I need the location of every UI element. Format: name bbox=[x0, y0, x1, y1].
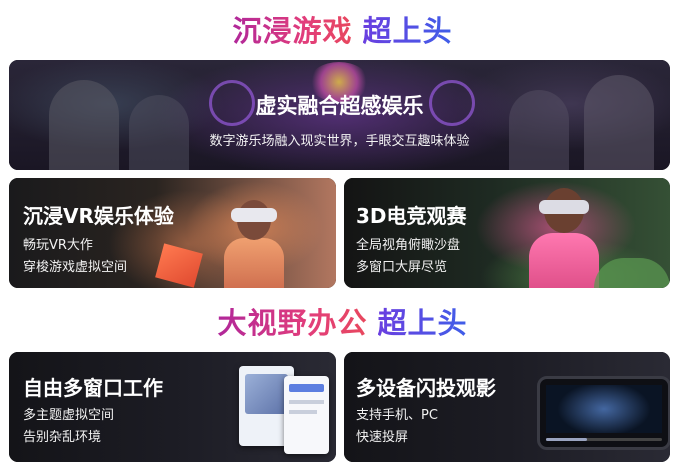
heading2-part2: 超上头 bbox=[377, 306, 468, 340]
vr-line2: 穿梭游戏虚拟空间 bbox=[23, 260, 128, 275]
esports-title: 3D电竞观赛 bbox=[356, 204, 467, 228]
multi-line1: 多主题虚拟空间 bbox=[23, 408, 115, 423]
multi-title: 自由多窗口工作 bbox=[23, 376, 163, 400]
video-frame bbox=[546, 385, 662, 433]
hero-title: 虚实融合超感娱乐 bbox=[255, 94, 424, 118]
heading-part1: 沉浸游戏 bbox=[232, 14, 353, 48]
viewer-headset-icon bbox=[539, 200, 589, 214]
vr-headset-icon bbox=[231, 208, 277, 222]
vr-title: 沉浸VR娱乐体验 bbox=[23, 204, 174, 228]
viewer-body bbox=[529, 233, 599, 288]
cast-line2: 快速投屏 bbox=[356, 430, 409, 445]
window-text-line bbox=[289, 410, 317, 414]
vr-player-body bbox=[224, 238, 284, 288]
section-heading-office: 大视野办公 超上头 bbox=[0, 300, 685, 342]
esports-line2: 多窗口大屏尽览 bbox=[356, 260, 448, 275]
esports-card: 3D电竞观赛 全局视角俯瞰沙盘 多窗口大屏尽览 bbox=[344, 178, 670, 288]
hero-card: 虚实融合超感娱乐 数字游乐场融入现实世界，手眼交互趣味体验 bbox=[9, 60, 670, 170]
cast-line1: 支持手机、PC bbox=[356, 408, 438, 423]
multi-window-card: 自由多窗口工作 多主题虚拟空间 告别杂乱环境 bbox=[9, 352, 336, 462]
cast-card: 多设备闪投观影 支持手机、PC 快速投屏 bbox=[344, 352, 670, 462]
window-header-bar bbox=[289, 384, 324, 392]
cast-title: 多设备闪投观影 bbox=[356, 376, 496, 400]
vr-card: 沉浸VR娱乐体验 畅玩VR大作 穿梭游戏虚拟空间 bbox=[9, 178, 336, 288]
heading2-part1: 大视野办公 bbox=[217, 306, 368, 340]
hero-subtitle: 数字游乐场融入现实世界，手眼交互趣味体验 bbox=[209, 134, 470, 149]
phone-frame bbox=[537, 376, 670, 450]
virtual-window-2 bbox=[284, 376, 329, 454]
section-heading-games: 沉浸游戏 超上头 bbox=[0, 8, 685, 50]
vr-line1: 畅玩VR大作 bbox=[23, 238, 93, 253]
esports-line1: 全局视角俯瞰沙盘 bbox=[356, 238, 461, 253]
window-text-line bbox=[289, 400, 324, 404]
multi-line2: 告别杂乱环境 bbox=[23, 430, 102, 445]
video-progress-fill bbox=[546, 438, 587, 441]
heading-part2: 超上头 bbox=[362, 14, 453, 48]
window-image bbox=[245, 374, 288, 414]
video-progress-bar bbox=[546, 438, 662, 441]
